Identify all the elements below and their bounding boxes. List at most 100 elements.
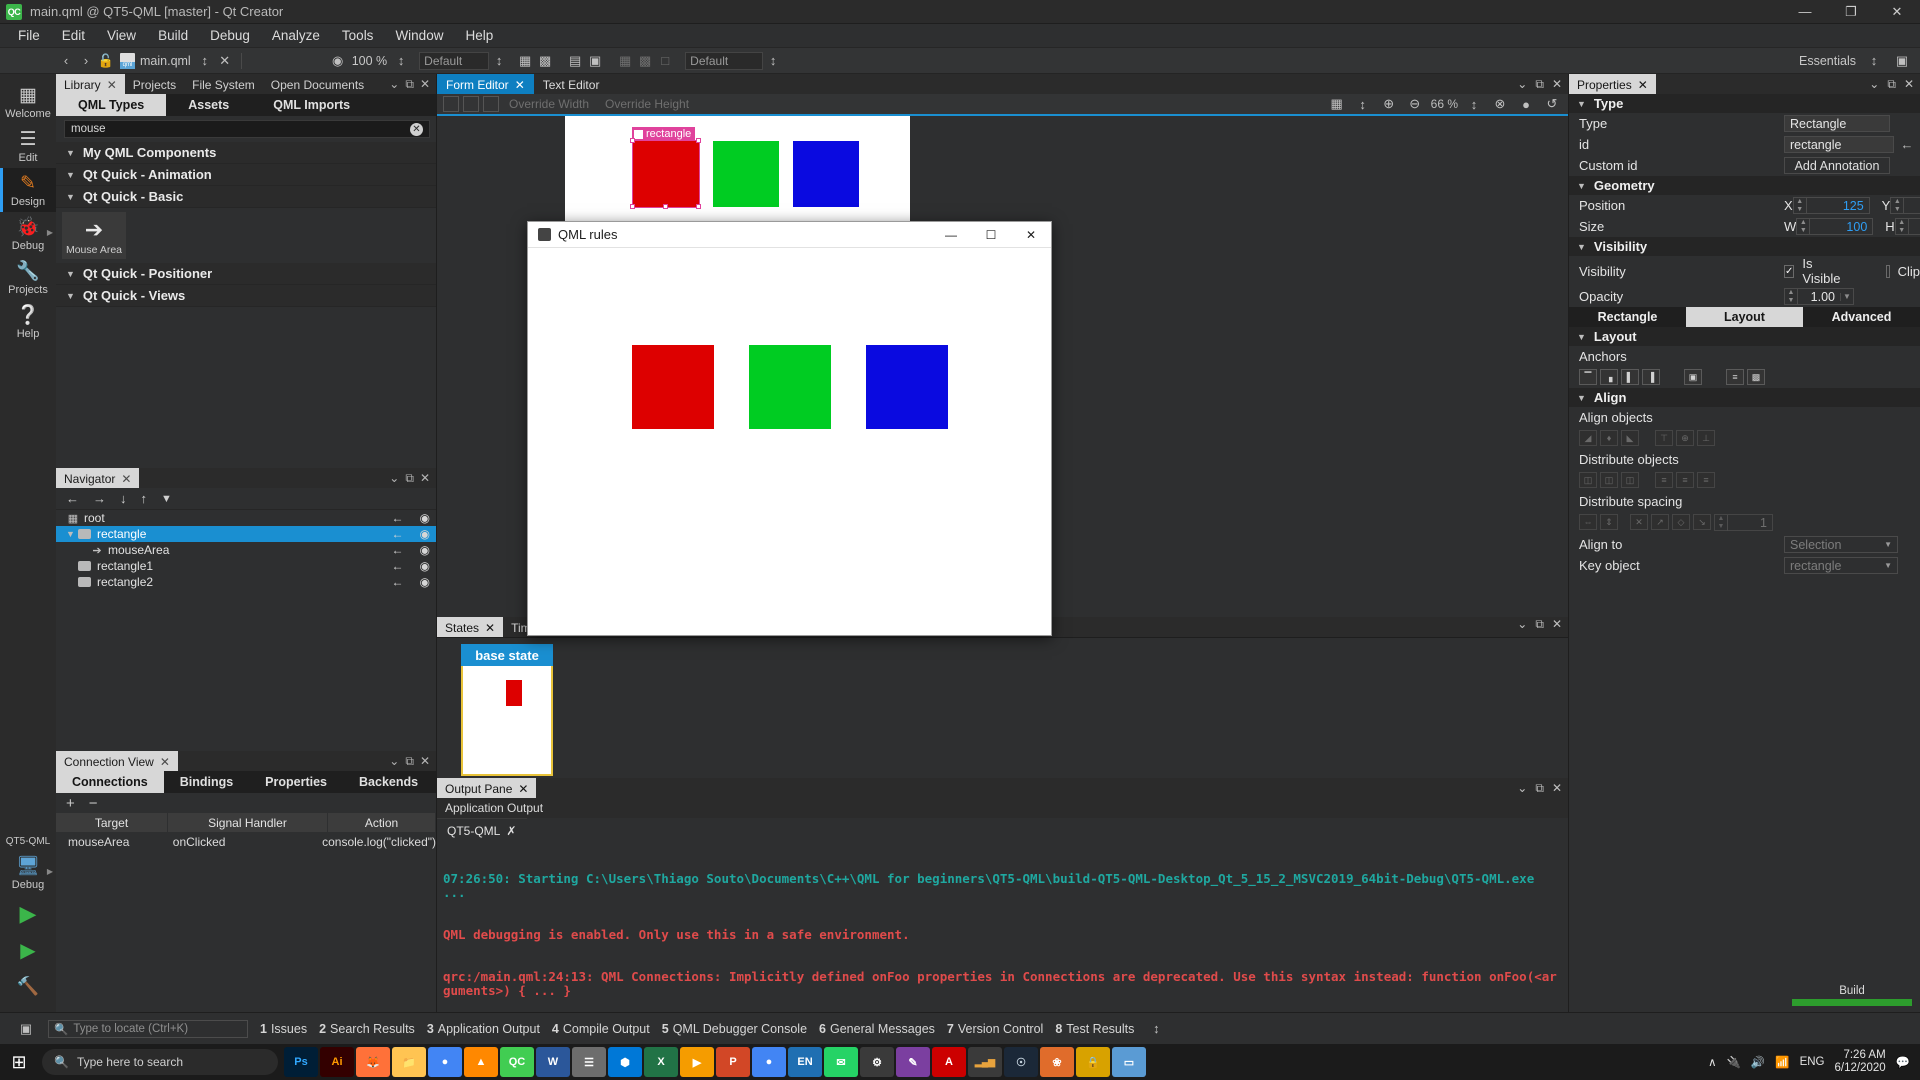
qml-rules-window[interactable]: QML rules — ☐ ✕ [527, 221, 1052, 636]
start-button[interactable]: ⊞ [2, 1045, 36, 1079]
tab-form-editor[interactable]: Form Editor ✕ [437, 74, 534, 94]
close-dock-icon[interactable]: ✕ [420, 754, 430, 768]
close-icon[interactable]: ✕ [107, 78, 117, 92]
filter-icon[interactable]: ▼ [161, 493, 172, 505]
distribute-right-icon[interactable]: ◫ [1621, 472, 1639, 488]
output-run-chip[interactable]: QT5-QML ✗ [437, 818, 527, 842]
menu-file[interactable]: File [8, 25, 50, 46]
zoom-stepper-icon[interactable]: ↕ [1464, 94, 1484, 114]
navigate-forward-icon[interactable]: › [76, 51, 96, 71]
taskbar-app-illustrator[interactable]: Ai [320, 1047, 354, 1077]
kit-selector-project[interactable]: QT5-QML [0, 831, 56, 851]
zoom-stepper-icon[interactable]: ↕ [391, 51, 411, 71]
anchor-vertical-center-icon[interactable]: ≡ [1726, 369, 1744, 385]
chevron-down-icon[interactable]: ▼ [66, 529, 78, 539]
menu-edit[interactable]: Edit [52, 25, 95, 46]
group-qt-quick-views[interactable]: ▼ Qt Quick - Views [56, 285, 436, 307]
form-editor-canvas[interactable]: rectangle States ✕ Timeline ⌄ [437, 116, 1568, 1012]
mode-design[interactable]: ✎ Design [0, 168, 56, 212]
dock-tab-library[interactable]: Library ✕ [56, 74, 125, 94]
collapse-icon[interactable]: ⌄ [389, 754, 399, 768]
zoom-in-icon[interactable]: ⊕ [1379, 94, 1399, 114]
qml-red-rectangle[interactable] [632, 345, 714, 429]
group-qt-quick-positioner[interactable]: ▼ Qt Quick - Positioner [56, 263, 436, 285]
taskbar-app-whatsapp[interactable]: ✉ [824, 1047, 858, 1077]
taskbar-app-powerpoint[interactable]: P [716, 1047, 750, 1077]
collapse-icon[interactable]: ⌄ [1869, 77, 1879, 91]
menu-help[interactable]: Help [455, 25, 503, 46]
close-dock-icon[interactable]: ✕ [420, 471, 430, 485]
stepper-h-icon[interactable]: ▲ ▼ [1896, 218, 1909, 235]
stepper-spacing-icon[interactable]: ▲ ▼ [1715, 514, 1728, 531]
tab-properties[interactable]: Properties ✕ [1569, 74, 1656, 94]
dock-tab-filesystem[interactable]: File System [184, 74, 263, 94]
add-annotation-button[interactable]: Add Annotation [1784, 157, 1890, 174]
taskbar-app-vscode[interactable]: ⬢ [608, 1047, 642, 1077]
taskbar-app-vlc[interactable]: ▲ [464, 1047, 498, 1077]
dock-tab-opendocuments[interactable]: Open Documents [263, 74, 372, 94]
resize-handle-br[interactable] [696, 204, 701, 209]
export-icon[interactable]: ← [392, 559, 404, 573]
export-icon[interactable]: ← [392, 575, 404, 589]
debug-run-button[interactable]: ▶ [0, 934, 56, 969]
qml-maximize-button[interactable]: ☐ [971, 222, 1011, 247]
taskbar-app-task-view[interactable]: ▭ [1112, 1047, 1146, 1077]
subtab-bindings[interactable]: Bindings [164, 771, 249, 793]
clock[interactable]: 7:26 AM 6/12/2020 [1835, 1049, 1886, 1075]
dock-tab-navigator[interactable]: Navigator ✕ [56, 468, 140, 488]
dropdown-align-to[interactable]: Selection ▼ [1784, 536, 1898, 553]
export-icon[interactable]: ← [392, 527, 404, 541]
kit-stepper-icon[interactable]: ↕ [489, 51, 509, 71]
close-dock-icon[interactable]: ✕ [1552, 617, 1562, 637]
file-dropdown-icon[interactable]: ↕ [195, 51, 215, 71]
float-icon[interactable]: ⧉ [1535, 781, 1544, 796]
close-dock-icon[interactable]: ✕ [420, 77, 430, 91]
close-button[interactable]: ✕ [1874, 0, 1920, 23]
panel-toggle-icon[interactable]: ▣ [1892, 51, 1912, 71]
align-top-icon[interactable]: ⊤ [1655, 430, 1673, 446]
dock-tab-projects[interactable]: Projects [125, 74, 184, 94]
status-item-compile-output[interactable]: 4 Compile Output [552, 1022, 650, 1036]
status-item-application-output[interactable]: 3 Application Output [427, 1022, 540, 1036]
spinner-w[interactable]: ▲ ▼ 100 [1796, 218, 1874, 235]
eye-icon[interactable]: ◉ [420, 543, 430, 557]
taskbar-app-lock[interactable]: 🔒 [1076, 1047, 1110, 1077]
taskbar-app-media-player[interactable]: ▶ [680, 1047, 714, 1077]
tray-expand-icon[interactable]: ∧ [1708, 1055, 1716, 1069]
navigator-row-root[interactable]: ▦ root ← ◉ [56, 510, 436, 526]
taskbar-app-acrobat[interactable]: A [932, 1047, 966, 1077]
reset-view-icon[interactable]: ↺ [1542, 94, 1562, 114]
mode-welcome[interactable]: ▦ Welcome [0, 80, 56, 124]
close-icon[interactable]: ✕ [1638, 78, 1648, 92]
qml-blue-rectangle[interactable] [866, 345, 948, 429]
float-icon[interactable]: ⧉ [405, 77, 414, 92]
subtab-properties[interactable]: Properties [249, 771, 343, 793]
dropdown-key-object[interactable]: rectangle ▼ [1784, 557, 1898, 574]
file-close-icon[interactable]: ✕ [215, 51, 235, 71]
stepper-opacity-icon[interactable]: ▲ ▼ [1785, 288, 1798, 305]
mode-projects[interactable]: 🔧 Projects [0, 256, 56, 300]
move-up-icon[interactable]: ↑ [141, 491, 148, 506]
essentials-stepper-icon[interactable]: ↕ [1864, 51, 1884, 71]
maximize-button[interactable]: ❐ [1828, 0, 1874, 23]
group-my-qml-components[interactable]: ▼ My QML Components [56, 142, 436, 164]
group-icon[interactable]: □ [655, 51, 675, 71]
section-type[interactable]: ▼ Type [1569, 94, 1920, 113]
stepper-y-icon[interactable]: ▲ ▼ [1891, 197, 1905, 214]
taskbar-app-chrome-2[interactable]: ● [752, 1047, 786, 1077]
mode-help[interactable]: ❔ Help [0, 300, 56, 344]
status-item-issues[interactable]: 1 Issues [260, 1022, 307, 1036]
qml-minimize-button[interactable]: — [931, 222, 971, 247]
library-item-mouse-area[interactable]: ➔ Mouse Area [62, 212, 126, 259]
move-left-icon[interactable]: ← [66, 491, 79, 506]
lock-icon[interactable]: 🔓 [96, 51, 116, 71]
layout-col-icon[interactable]: ▣ [585, 51, 605, 71]
current-file-selector[interactable]: main.qml [116, 48, 195, 73]
clear-search-icon[interactable]: ✕ [410, 122, 423, 136]
snap-to-parent-icon[interactable] [463, 96, 479, 112]
taskbar-app-stats[interactable]: ▂▄▆ [968, 1047, 1002, 1077]
menu-view[interactable]: View [97, 25, 146, 46]
float-icon[interactable]: ⧉ [1887, 77, 1896, 92]
style-combo[interactable]: Default [685, 51, 764, 70]
subtab-qml-imports[interactable]: QML Imports [251, 94, 372, 116]
